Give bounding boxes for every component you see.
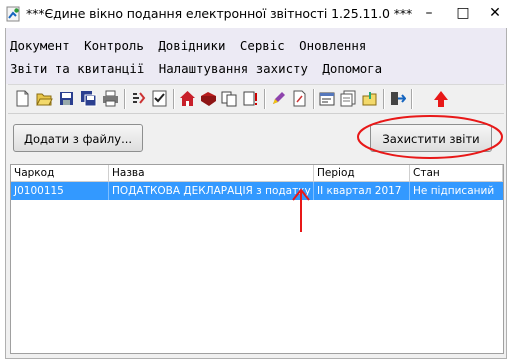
cell-code: J0100115: [11, 182, 109, 200]
menu-row-1: Документ Контроль Довідники Сервіс Оновл…: [10, 38, 373, 53]
column-header-code[interactable]: Чаркод: [11, 165, 109, 182]
menu-row-2: Звіти та квитанції Налаштування захисту …: [10, 61, 389, 76]
menu-bar: Документ Контроль Довідники Сервіс Оновл…: [6, 28, 506, 84]
menu-reports-receipts[interactable]: Звіти та квитанції: [10, 61, 144, 76]
home-icon[interactable]: [179, 90, 196, 107]
toolbar-separator: [313, 89, 315, 109]
document-icon[interactable]: [291, 90, 308, 107]
app-icon: [6, 6, 20, 22]
pen-icon[interactable]: [270, 90, 287, 107]
menu-control[interactable]: Контроль: [84, 38, 144, 53]
toolbar-separator: [124, 89, 126, 109]
window-title: ***Єдине вікно подання електронної звітн…: [26, 6, 413, 21]
toolbar-separator: [173, 89, 175, 109]
menu-help[interactable]: Допомога: [322, 61, 382, 76]
open-folder-icon[interactable]: [36, 90, 53, 107]
cell-period: II квартал 2017: [314, 182, 410, 200]
save-icon[interactable]: [58, 90, 75, 107]
properties-icon[interactable]: [319, 90, 336, 107]
annotation-arrow-icon: [292, 188, 310, 232]
export-icon[interactable]: [340, 90, 357, 107]
main-window: Документ Контроль Довідники Сервіс Оновл…: [5, 28, 507, 359]
exit-icon[interactable]: [389, 90, 406, 107]
highlight-ellipse: [357, 115, 503, 159]
menu-service[interactable]: Сервіс: [240, 38, 285, 53]
reports-table: Чаркод Назва Період Стан J0100115 ПОДАТК…: [10, 164, 504, 354]
cell-name: ПОДАТКОВА ДЕКЛАРАЦІЯ з податку ...: [109, 182, 314, 200]
menu-protection-settings[interactable]: Налаштування захисту: [159, 61, 308, 76]
save-all-icon[interactable]: [80, 90, 97, 107]
document-info-icon[interactable]: [242, 90, 259, 107]
arrow-up-icon: [434, 91, 448, 107]
menu-document[interactable]: Документ: [10, 38, 70, 53]
column-header-name[interactable]: Назва: [109, 165, 314, 182]
check-list-icon[interactable]: [151, 90, 168, 107]
cell-status: Не підписаний: [413, 185, 495, 197]
import-icon[interactable]: [361, 90, 378, 107]
toolbar-separator: [264, 89, 266, 109]
books-icon[interactable]: [200, 90, 217, 107]
menu-directories[interactable]: Довідники: [158, 38, 225, 53]
column-header-status[interactable]: Стан: [410, 165, 503, 182]
toolbar-separator: [383, 89, 385, 109]
toolbar-separator: [411, 89, 413, 109]
maximize-button[interactable]: □: [446, 2, 480, 24]
minimize-button[interactable]: –: [412, 2, 446, 24]
new-document-icon[interactable]: [14, 90, 31, 107]
print-icon[interactable]: [102, 90, 119, 107]
menu-updates[interactable]: Оновлення: [299, 38, 366, 53]
table-row[interactable]: J0100115 ПОДАТКОВА ДЕКЛАРАЦІЯ з податку …: [11, 182, 503, 200]
title-bar: ***Єдине вікно подання електронної звітн…: [0, 0, 512, 28]
toolbar: [8, 84, 504, 114]
column-header-period[interactable]: Період: [314, 165, 410, 182]
fields-icon[interactable]: [130, 90, 147, 107]
copy-icon[interactable]: [221, 90, 238, 107]
close-button[interactable]: ✕: [478, 2, 512, 24]
add-from-file-button[interactable]: Додати з файлу...: [13, 124, 143, 152]
